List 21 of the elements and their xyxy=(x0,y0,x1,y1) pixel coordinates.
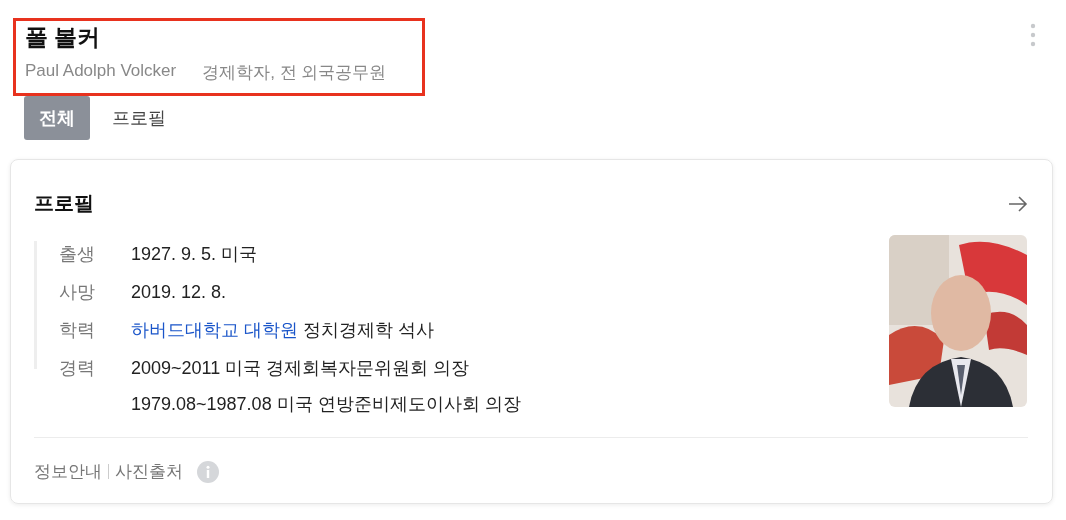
footer-link[interactable]: 정보안내 xyxy=(34,460,102,483)
card-title: 프로필 xyxy=(34,191,94,216)
info-label: 경력 xyxy=(59,357,96,380)
english-name: Paul Adolph Volcker xyxy=(25,61,177,82)
more-icon[interactable] xyxy=(1030,23,1036,47)
info-value: 1979.08~1987.08 미국 연방준비제도이사회 의장 xyxy=(131,393,521,416)
info-label: 출생 xyxy=(59,243,96,266)
occupation: 경제학자, 전 외국공무원 xyxy=(202,62,387,84)
tab[interactable]: 전체 xyxy=(24,96,90,140)
person-name: 폴 볼커 xyxy=(25,23,102,52)
info-icon[interactable] xyxy=(197,460,219,483)
info-value: 정치경제학 석사 xyxy=(303,319,435,342)
info-link[interactable]: 하버드대학교 대학원 xyxy=(131,317,298,343)
info-label: 사망 xyxy=(59,281,96,304)
info-value: 1927. 9. 5. 미국 xyxy=(131,243,258,266)
info-value: 2009~2011 미국 경제회복자문위원회 의장 xyxy=(131,357,470,380)
info-value: 2019. 12. 8. xyxy=(131,281,227,304)
tab[interactable]: 프로필 xyxy=(102,96,176,140)
footer-link[interactable]: 사진출처 xyxy=(115,460,183,483)
info-label: 학력 xyxy=(59,319,96,342)
arrow-right-icon[interactable] xyxy=(1008,195,1028,212)
